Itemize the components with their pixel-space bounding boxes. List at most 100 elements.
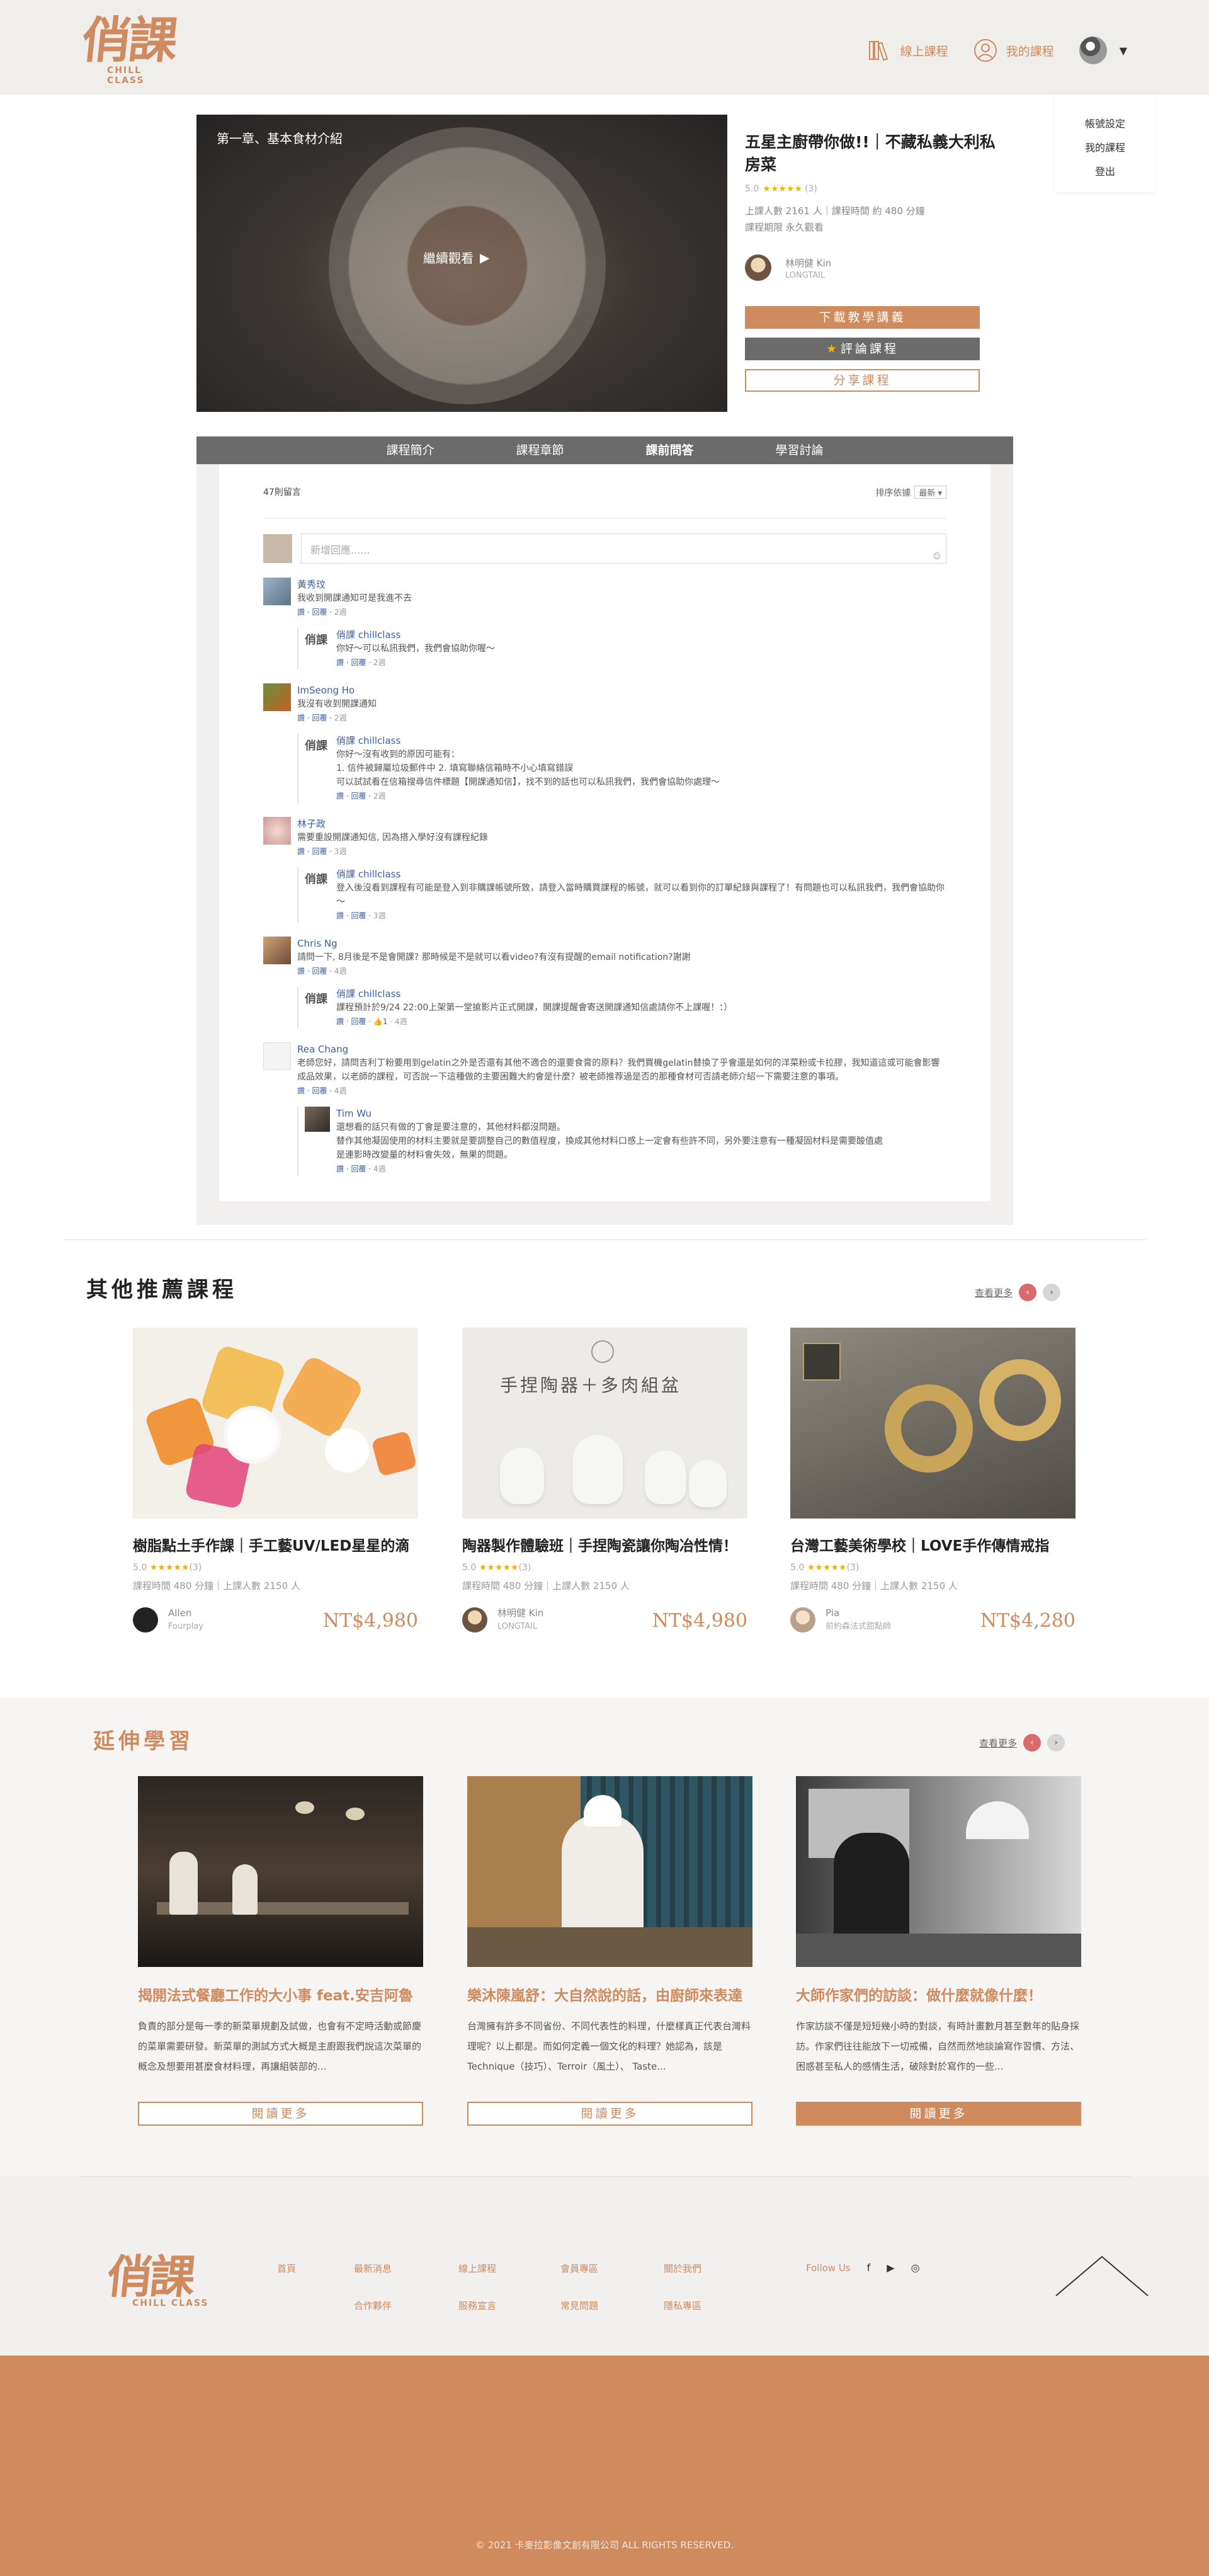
evaluate-course-button[interactable]: ★ 評論課程 xyxy=(745,338,980,360)
reply-text-line: 1. 信件被歸屬垃圾郵件中 2. 填寫聯絡信箱時不小心填寫錯誤 xyxy=(336,763,574,773)
comment-action-links[interactable]: 讚 · 回覆 · xyxy=(297,1086,334,1095)
reply-item: 俏課 俏課 chillclass 你好～沒有收到的原因可能有： 1. 信件被歸屬… xyxy=(297,734,946,803)
reply-action-links[interactable]: 讚 · 回覆 · xyxy=(336,792,373,801)
reply-author[interactable]: 俏課 chillclass xyxy=(336,628,495,642)
teacher-info[interactable]: 林明健 Kin LONGTAIL xyxy=(745,254,997,281)
reply-author[interactable]: 俏課 chillclass xyxy=(336,734,720,748)
reply-author[interactable]: Tim Wu xyxy=(336,1107,883,1120)
see-more-link[interactable]: 查看更多 xyxy=(979,1736,1017,1750)
teacher-name: Allen xyxy=(168,1607,192,1619)
reply-action-links[interactable]: 讚 · 回覆 · xyxy=(336,1017,373,1026)
course-card-image xyxy=(790,1328,1076,1519)
comment-author[interactable]: Rea Chang xyxy=(297,1042,946,1056)
reply-author[interactable]: 俏課 chillclass xyxy=(336,987,732,1001)
comment-actions[interactable]: 讚 · 回覆 · 2週 xyxy=(297,711,946,725)
footer-link-courses[interactable]: 線上課程 xyxy=(458,2262,560,2275)
comment-actions[interactable]: 讚 · 回覆 · 4週 xyxy=(297,964,946,978)
comment-item: ImSeong Ho 我沒有收到開課通知 讚 · 回覆 · 2週 俏課 俏課 c… xyxy=(263,683,946,803)
prev-arrow-icon[interactable]: ‹ xyxy=(1019,1284,1037,1301)
comment-input[interactable]: 新增回應...... ☺ xyxy=(301,533,946,564)
facebook-icon[interactable]: f xyxy=(867,2262,871,2274)
comment-actions[interactable]: 讚 · 回覆 · 4週 xyxy=(297,1084,946,1098)
site-logo[interactable]: 俏課 CHILL CLASS xyxy=(79,12,183,88)
menu-item-account-settings[interactable]: 帳號設定 xyxy=(1055,112,1155,136)
youtube-icon[interactable]: ▶ xyxy=(887,2262,894,2274)
tab-discussion[interactable]: 學習討論 xyxy=(776,436,824,464)
comment-author[interactable]: Chris Ng xyxy=(297,937,946,950)
reply-action-links[interactable]: 讚 · 回覆 · xyxy=(336,911,373,920)
course-card-title: 樹脂點土手作課｜手工藝UV/LED星星的滴 xyxy=(133,1538,410,1554)
download-handout-button[interactable]: 下載教學講義 xyxy=(745,306,980,329)
tab-qa[interactable]: 課前問答 xyxy=(646,436,694,464)
teacher-brand: Fourplay xyxy=(168,1622,204,1631)
reply-actions[interactable]: 讚 · 回覆 · 👍1 · 4週 xyxy=(336,1015,732,1029)
course-card[interactable]: 手捏陶器＋多肉組盆 陶器製作體驗班｜手捏陶瓷讓你陶冶性情！ 5.0 ★★★★★(… xyxy=(462,1328,747,1634)
comment-actions[interactable]: 讚 · 回覆 · 2週 xyxy=(297,605,946,619)
account-toggle[interactable]: ▼ xyxy=(1079,37,1127,64)
footer-link-service[interactable]: 服務宣言 xyxy=(458,2299,560,2312)
tab-chapters[interactable]: 課程章節 xyxy=(516,436,564,464)
comment-author[interactable]: 黃秀玟 xyxy=(297,578,946,591)
emoji-icon[interactable]: ☺ xyxy=(933,552,941,561)
article-card[interactable]: 樂沐陳嵐舒：大自然說的話，由廚師來表達 台灣擁有許多不同省份、不同代表性的料理，… xyxy=(467,1776,752,2126)
logo-text: 俏課 xyxy=(79,12,178,69)
see-more-link[interactable]: 查看更多 xyxy=(975,1286,1013,1299)
reply-actions[interactable]: 讚 · 回覆 · 2週 xyxy=(336,789,720,803)
footer-link-members[interactable]: 會員專區 xyxy=(560,2262,664,2275)
nav-online-courses[interactable]: 線上課程 xyxy=(868,39,948,62)
reply-action-links[interactable]: 讚 · 回覆 · xyxy=(336,658,373,667)
footer-link-about[interactable]: 關於我們 xyxy=(664,2262,752,2275)
comment-action-links[interactable]: 讚 · 回覆 · xyxy=(297,847,334,856)
rating-number: 5.0 xyxy=(745,184,759,194)
extend-title: 延伸學習 xyxy=(93,1729,194,1754)
avatar xyxy=(133,1607,158,1633)
course-card[interactable]: 樹脂點土手作課｜手工藝UV/LED星星的滴 5.0 ★★★★★(3) 課程時間 … xyxy=(133,1328,418,1634)
course-tabs: 課程簡介 課程章節 課前問答 學習討論 xyxy=(196,436,1013,464)
share-course-button[interactable]: 分享課程 xyxy=(745,369,980,392)
comment-actions[interactable]: 讚 · 回覆 · 3週 xyxy=(297,845,946,858)
reply-time: 2週 xyxy=(373,658,386,667)
footer-link-news[interactable]: 最新消息 xyxy=(354,2262,458,2275)
reply-author[interactable]: 俏課 chillclass xyxy=(336,867,946,881)
comment-author[interactable]: ImSeong Ho xyxy=(297,683,946,697)
read-more-button[interactable]: 閱讀更多 xyxy=(138,2102,423,2126)
reply-actions[interactable]: 讚 · 回覆 · 2週 xyxy=(336,656,495,670)
course-price: NT$4,280 xyxy=(980,1610,1076,1632)
article-card[interactable]: 揭開法式餐廳工作的大小事 feat.安吉阿魯 負責的部分是每一季的新菜單規劃及試… xyxy=(138,1776,423,2126)
next-arrow-icon[interactable]: › xyxy=(1043,1284,1061,1301)
nav-my-courses[interactable]: 我的課程 xyxy=(973,38,1054,62)
reply-text: 你好～可以私訊我們，我們會協助你喔～ xyxy=(336,644,495,654)
course-card[interactable]: 台灣工藝美術學校｜LOVE手作傳情戒指 5.0 ★★★★★(3) 課程時間 48… xyxy=(790,1328,1076,1634)
footer-links: 首頁 最新消息 線上課程 會員專區 關於我們 合作夥伴 服務宣言 常見問題 隱私… xyxy=(277,2262,752,2312)
reply-action-links[interactable]: 讚 · 回覆 · xyxy=(336,1165,373,1173)
next-arrow-icon[interactable]: › xyxy=(1047,1734,1065,1752)
continue-watching-button[interactable]: 繼續觀看 ▶ xyxy=(423,248,489,266)
footer-link-faq[interactable]: 常見問題 xyxy=(560,2299,664,2312)
footer-logo[interactable]: 俏課 CHILL CLASS xyxy=(105,2250,208,2308)
rating-count: (3) xyxy=(189,1563,202,1573)
reply-actions[interactable]: 讚 · 回覆 · 4週 xyxy=(336,1162,883,1176)
comment-action-links[interactable]: 讚 · 回覆 · xyxy=(297,967,334,976)
footer-link-home[interactable]: 首頁 xyxy=(277,2262,354,2275)
back-to-top-icon[interactable] xyxy=(1055,2252,1149,2302)
reply-text: 你好～沒有收到的原因可能有： xyxy=(336,749,460,760)
prev-arrow-icon[interactable]: ‹ xyxy=(1023,1734,1042,1752)
comment-author[interactable]: 林子政 xyxy=(297,817,946,831)
comment-action-links[interactable]: 讚 · 回覆 · xyxy=(297,608,334,617)
reply-actions[interactable]: 讚 · 回覆 · 3週 xyxy=(336,909,946,923)
comment-action-links[interactable]: 讚 · 回覆 · xyxy=(297,714,334,722)
instagram-icon[interactable]: ◎ xyxy=(911,2262,920,2274)
menu-item-logout[interactable]: 登出 xyxy=(1055,160,1155,184)
footer-link-partners[interactable]: 合作夥伴 xyxy=(354,2299,458,2312)
reply-text: 還想看的話只有做的丁會是要注意的，其他材料都沒問題。 xyxy=(336,1122,565,1132)
menu-item-my-courses[interactable]: 我的課程 xyxy=(1055,136,1155,160)
tab-intro[interactable]: 課程簡介 xyxy=(386,436,434,464)
read-more-button[interactable]: 閱讀更多 xyxy=(467,2102,752,2126)
video-player[interactable]: 第一章、基本食材介紹 繼續觀看 ▶ xyxy=(196,115,727,412)
article-card[interactable]: 大師作家們的訪談：做什麼就像什麼！ 作家訪談不僅是短短幾小時的對談，有時計畫數月… xyxy=(796,1776,1081,2126)
footer-link-privacy[interactable]: 隱私專區 xyxy=(664,2299,752,2312)
copyright: © 2021 卡麥拉影像文創有限公司 ALL RIGHTS RESERVED. xyxy=(475,2539,734,2551)
article-card-image xyxy=(796,1776,1081,1967)
sort-dropdown[interactable]: 最新 ▾ xyxy=(914,486,946,499)
read-more-button[interactable]: 閱讀更多 xyxy=(796,2102,1081,2126)
